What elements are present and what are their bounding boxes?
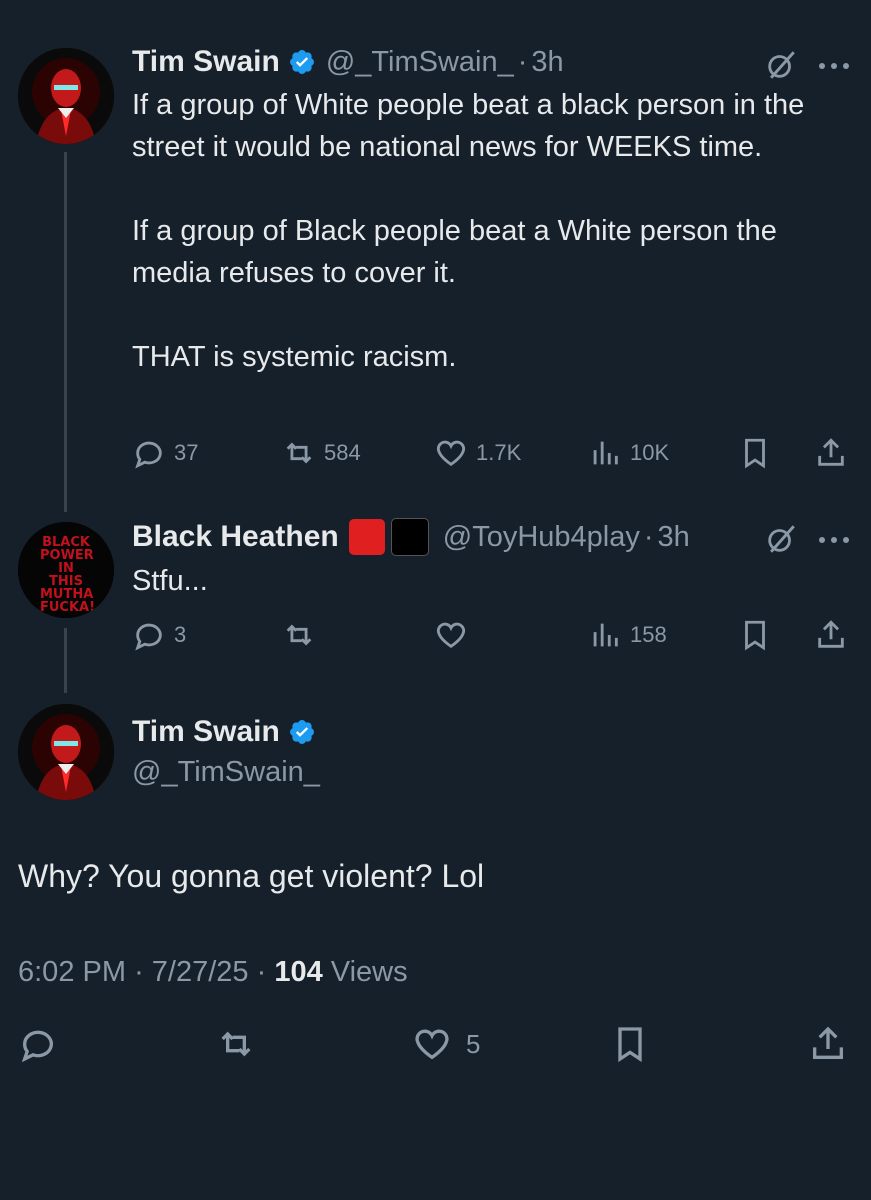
views-icon <box>593 441 618 465</box>
share-button[interactable] <box>814 618 848 652</box>
views-button[interactable]: 158 <box>588 618 667 652</box>
bookmark-button[interactable] <box>738 436 772 470</box>
timestamp[interactable]: 3h <box>531 46 563 79</box>
retweet-count: 584 <box>324 440 361 465</box>
bookmark-icon <box>745 620 765 651</box>
red-square-emoji <box>348 519 385 555</box>
reply-icon <box>21 1030 53 1063</box>
bookmark-button[interactable] <box>738 618 772 652</box>
grok-icon[interactable] <box>764 48 798 87</box>
like-icon <box>436 622 466 649</box>
views-number: 104 <box>274 956 323 988</box>
separator-dot: · <box>134 956 152 988</box>
grok-icon[interactable] <box>764 522 798 561</box>
bookmark-icon <box>618 1027 642 1063</box>
tweet-2-text: Stfu... <box>132 565 208 597</box>
views-icon <box>593 623 618 647</box>
views-count: 158 <box>630 622 667 647</box>
main-tweet-text: Why? You gonna get violent? Lol <box>18 858 485 894</box>
avatar-black-heathen[interactable]: BLACK POWER IN THIS MUTHA FUCKA! <box>18 522 114 618</box>
share-icon <box>818 620 844 648</box>
main-tweet-meta: 6:02 PM · 7/27/25 · 104 Views <box>18 956 408 989</box>
retweet-icon <box>286 624 312 646</box>
share-icon <box>813 1026 843 1059</box>
tweet-time[interactable]: 6:02 PM <box>18 956 126 988</box>
like-icon <box>415 1029 449 1060</box>
views-label: Views <box>330 956 408 988</box>
avatar-tim-swain-2[interactable] <box>18 704 114 800</box>
retweet-button[interactable] <box>216 1024 256 1064</box>
handle[interactable]: @ToyHub4play <box>443 521 640 554</box>
reply-button[interactable]: 3 <box>132 618 186 652</box>
reply-icon <box>135 441 162 469</box>
like-count: 1.7K <box>476 440 522 465</box>
retweet-icon <box>221 1031 251 1057</box>
reply-button[interactable]: 37 <box>132 436 198 470</box>
avatar-image <box>18 704 114 800</box>
separator-dot: · <box>517 45 528 78</box>
handle[interactable]: @_TimSwain_ <box>132 756 320 789</box>
reply-count: 3 <box>174 622 187 647</box>
display-name[interactable]: Tim Swain <box>132 715 280 749</box>
reply-count: 37 <box>174 440 199 465</box>
retweet-button[interactable] <box>282 618 316 652</box>
more-icon[interactable] <box>818 532 850 550</box>
avatar-image <box>18 48 114 144</box>
tweet-2-header: Black Heathen @ToyHub4play · 3h <box>132 516 690 558</box>
tweet-1-text: If a group of White people beat a black … <box>132 89 805 373</box>
like-count: 5 <box>466 1028 481 1059</box>
tweet-date[interactable]: 7/27/25 <box>152 956 249 988</box>
reply-button[interactable] <box>18 1024 58 1064</box>
like-button[interactable] <box>434 618 468 652</box>
handle[interactable]: @_TimSwain_ <box>326 46 514 79</box>
separator-dot: · <box>643 520 654 553</box>
share-button[interactable] <box>814 436 848 470</box>
views-count: 10K <box>630 440 670 465</box>
share-icon <box>818 438 844 466</box>
avatar-tim-swain-1[interactable] <box>18 48 114 144</box>
verified-icon <box>289 50 314 74</box>
retweet-button[interactable]: 584 <box>282 436 361 470</box>
reply-icon <box>135 623 162 651</box>
views-button[interactable]: 10K <box>588 436 669 470</box>
separator-dot: · <box>256 956 275 988</box>
like-button[interactable]: 5 <box>412 1024 480 1064</box>
display-name[interactable]: Black Heathen <box>132 520 339 554</box>
thread-line-1 <box>64 152 67 512</box>
like-icon <box>436 440 466 467</box>
like-button[interactable]: 1.7K <box>434 436 521 470</box>
black-square-emoji <box>390 518 429 556</box>
thread-line-2 <box>64 628 67 693</box>
tweet-1-header: Tim Swain @_TimSwain_ · 3h <box>132 42 564 82</box>
share-button[interactable] <box>808 1024 848 1064</box>
verified-icon <box>289 720 314 744</box>
display-name[interactable]: Tim Swain <box>132 45 280 79</box>
main-tweet-name-row: Tim Swain <box>132 712 316 752</box>
avatar-text: BLACK POWER IN THIS MUTHA FUCKA! <box>40 535 96 615</box>
more-icon[interactable] <box>818 58 850 76</box>
retweet-icon <box>286 442 312 464</box>
timestamp[interactable]: 3h <box>658 521 690 554</box>
bookmark-button[interactable] <box>610 1024 650 1064</box>
bookmark-icon <box>745 438 765 469</box>
